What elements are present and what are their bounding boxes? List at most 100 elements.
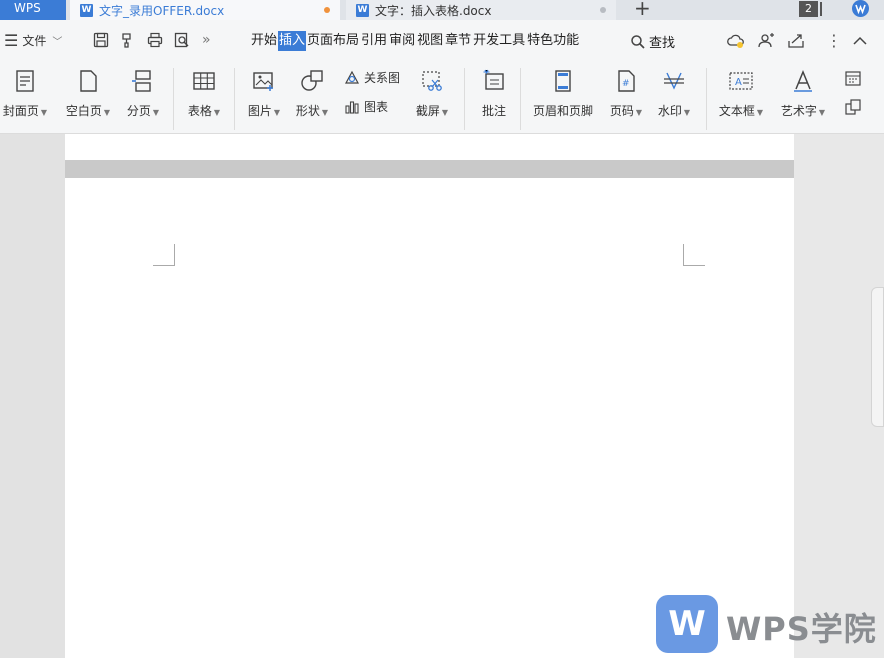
ribbon-separator xyxy=(173,68,174,130)
search-icon xyxy=(631,34,645,49)
search-button[interactable]: 查找 xyxy=(630,32,675,51)
menu-bar: ☰ 文件 ﹀ » 开始 插入 页面布局 引用 审阅 视图 章节 开发工具 特色功… xyxy=(0,20,884,62)
ribbon-separator xyxy=(464,68,465,130)
more-commands-icon[interactable]: » xyxy=(202,31,220,49)
chart-button[interactable]: 图表 xyxy=(344,98,388,115)
wordart-label: 艺术字 xyxy=(780,104,817,118)
header-footer-label: 页眉和页脚 xyxy=(532,104,593,118)
watermark-icon xyxy=(664,72,684,90)
cloud-sync-icon[interactable] xyxy=(726,31,746,51)
ribbon-separator xyxy=(706,68,707,130)
tab-view[interactable]: 视图 xyxy=(416,31,444,51)
comment-button[interactable]: 批注 xyxy=(474,62,514,119)
print-icon[interactable] xyxy=(146,31,164,49)
tab-page-layout[interactable]: 页面布局 xyxy=(306,31,360,51)
wps-academy-logo-icon: W xyxy=(656,595,718,653)
share-collaborate-icon[interactable] xyxy=(756,31,776,51)
chevron-down-icon: ﹀ xyxy=(52,37,63,48)
window-count-badge[interactable]: 2 xyxy=(799,1,818,17)
insert-ribbon: 封面页 ▼ 空白页 ▼ 分页 ▼ 表格 ▼ 图片 ▼ 形状 ▼ 关系图 图表 截屏 ▼ 批注 xyxy=(0,62,884,134)
header-footer-icon xyxy=(555,70,571,92)
wordart-button[interactable]: 艺术字 ▼ xyxy=(776,62,830,119)
chart-label: 图表 xyxy=(364,100,389,114)
cover-page-label: 封面页 xyxy=(2,104,39,118)
tab-home[interactable]: 开始 xyxy=(250,31,278,51)
picture-label: 图片 xyxy=(247,104,272,118)
format-painter-icon[interactable] xyxy=(118,31,136,49)
calendar-icon xyxy=(845,71,861,86)
vertical-scrollbar[interactable] xyxy=(871,287,884,427)
watermark-button[interactable]: 水印 ▼ xyxy=(654,62,694,119)
date-button[interactable] xyxy=(844,69,866,87)
unsaved-dot-icon[interactable] xyxy=(324,7,330,13)
document-tab-title: 文字：插入表格.docx xyxy=(375,3,492,18)
page-number-label: 页码 xyxy=(609,104,634,118)
wordart-icon xyxy=(794,70,812,92)
picture-button[interactable]: 图片 ▼ xyxy=(244,62,284,119)
blank-page-icon xyxy=(80,70,97,92)
print-preview-icon[interactable] xyxy=(173,31,191,49)
table-label: 表格 xyxy=(187,104,212,118)
cover-page-button[interactable]: 封面页 ▼ xyxy=(2,62,48,119)
comment-label: 批注 xyxy=(481,104,506,118)
svg-text:#: # xyxy=(622,79,630,89)
collapse-ribbon-icon[interactable] xyxy=(850,31,870,51)
new-tab-button[interactable]: + xyxy=(634,0,651,18)
left-margin-area xyxy=(0,134,65,658)
close-tab-dot-icon[interactable] xyxy=(600,7,606,13)
tab-special-features[interactable]: 特色功能 xyxy=(526,31,580,51)
picture-icon xyxy=(253,72,273,91)
header-footer-button[interactable]: 页眉和页脚 xyxy=(528,62,598,119)
writer-doc-icon: W xyxy=(80,3,93,17)
textbox-icon: A xyxy=(729,72,753,90)
ribbon-separator xyxy=(234,68,235,130)
svg-text:A: A xyxy=(735,77,742,88)
relation-chart-button[interactable]: 关系图 xyxy=(344,69,400,86)
document-tab-title: 文字_录用OFFER.docx xyxy=(99,3,225,18)
ribbon-tabs: 开始 插入 页面布局 引用 审阅 视图 章节 开发工具 特色功能 xyxy=(250,31,580,51)
export-icon[interactable] xyxy=(786,31,806,51)
more-options-icon[interactable]: ⋮ xyxy=(826,31,846,51)
relation-chart-label: 关系图 xyxy=(364,71,401,85)
page-break-label: 分页 xyxy=(126,104,151,118)
cover-page-icon xyxy=(16,70,34,92)
document-canvas[interactable] xyxy=(0,134,884,658)
shape-button[interactable]: 形状 ▼ xyxy=(292,62,332,119)
document-page[interactable] xyxy=(65,178,794,658)
tab-chapter[interactable]: 章节 xyxy=(444,31,472,51)
hamburger-icon: ☰ xyxy=(4,30,19,50)
wps-academy-brand-text: WPS学院 xyxy=(726,610,877,648)
screenshot-scissors-icon xyxy=(422,71,442,91)
writer-doc-icon: W xyxy=(356,3,369,17)
watermark-label: 水印 xyxy=(657,104,682,118)
screenshot-button[interactable]: 截屏 ▼ xyxy=(412,62,452,119)
document-tab-insert-table[interactable]: W 文字：插入表格.docx xyxy=(346,0,616,20)
table-button[interactable]: 表格 ▼ xyxy=(184,62,224,119)
account-icon[interactable] xyxy=(852,0,869,17)
tab-developer[interactable]: 开发工具 xyxy=(472,31,526,51)
shape-label: 形状 xyxy=(295,104,320,118)
page-number-button[interactable]: # 页码 ▼ xyxy=(606,62,646,119)
margin-corner-top-right xyxy=(683,244,705,266)
tab-references[interactable]: 引用 xyxy=(360,31,388,51)
ribbon-separator xyxy=(520,68,521,130)
tab-bar: WPS W 文字_录用OFFER.docx W 文字：插入表格.docx + 2 xyxy=(0,0,884,20)
wps-home-tab[interactable]: WPS xyxy=(0,0,66,20)
previous-page-bottom[interactable] xyxy=(65,134,794,160)
tab-review[interactable]: 审阅 xyxy=(388,31,416,51)
file-menu-button[interactable]: ☰ 文件 ﹀ xyxy=(4,32,62,49)
object-button[interactable] xyxy=(844,98,866,116)
page-gap xyxy=(65,160,794,178)
blank-page-button[interactable]: 空白页 ▼ xyxy=(62,62,114,119)
tab-insert[interactable]: 插入 xyxy=(278,31,307,51)
page-break-button[interactable]: 分页 ▼ xyxy=(123,62,163,119)
window-count-divider xyxy=(820,2,822,16)
page-break-icon xyxy=(132,70,151,92)
file-menu-label: 文件 xyxy=(22,34,47,48)
document-tab-offer[interactable]: W 文字_录用OFFER.docx xyxy=(70,0,340,20)
object-icon xyxy=(845,99,861,115)
textbox-button[interactable]: A 文本框 ▼ xyxy=(714,62,768,119)
comment-icon xyxy=(483,69,504,90)
bar-chart-icon xyxy=(345,100,359,114)
save-icon[interactable] xyxy=(92,31,110,49)
